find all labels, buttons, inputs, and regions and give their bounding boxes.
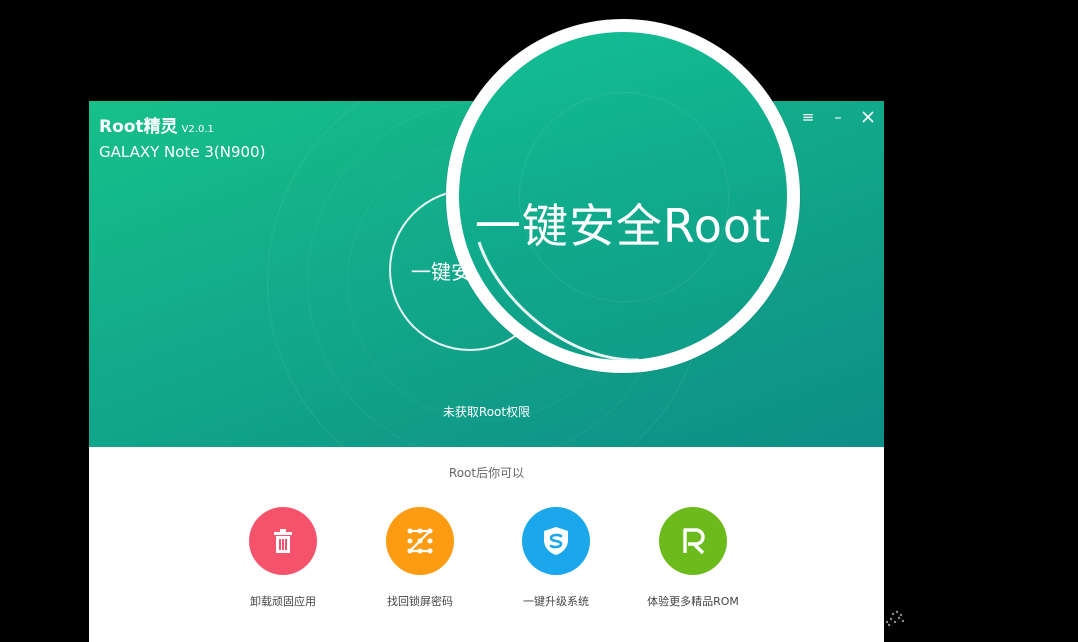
app-name: Root精灵 xyxy=(99,117,178,137)
feature-explore-rom[interactable]: 体验更多精品ROM xyxy=(623,507,763,609)
magnifier-callout: 一键安全Root xyxy=(446,19,800,373)
feature-label: 卸载顽固应用 xyxy=(250,595,316,608)
minimize-button[interactable]: – xyxy=(830,108,846,126)
feature-label: 找回锁屏密码 xyxy=(387,595,453,608)
menu-icon: ≡ xyxy=(801,108,815,126)
pattern-lock-icon xyxy=(407,528,433,554)
shield-icon xyxy=(544,527,568,555)
dots-decoration xyxy=(885,610,905,627)
feature-label: 一键升级系统 xyxy=(523,595,589,608)
app-version: V2.0.1 xyxy=(181,124,214,135)
magnifier-text: 一键安全Root xyxy=(474,199,772,253)
minimize-icon: – xyxy=(834,108,842,126)
feature-uninstall-apps[interactable]: 卸载顽固应用 xyxy=(213,507,353,609)
app-title: Root精灵 V2.0.1 xyxy=(99,112,214,137)
features-title: Root后你可以 xyxy=(448,466,525,480)
menu-button[interactable]: ≡ xyxy=(800,108,816,126)
device-name: GALAXY Note 3(N900) xyxy=(99,143,266,161)
close-icon xyxy=(862,111,874,123)
close-button[interactable] xyxy=(860,109,876,125)
feature-icon-bg xyxy=(659,507,727,575)
rom-r-icon xyxy=(683,528,705,555)
feature-upgrade-system[interactable]: 一键升级系统 xyxy=(486,507,626,609)
feature-label: 体验更多精品ROM xyxy=(647,595,739,608)
feature-icon-bg xyxy=(522,507,590,575)
root-status-text: 未获取Root权限 xyxy=(442,405,531,419)
trash-icon xyxy=(274,529,292,553)
features-panel: Root后你可以 卸载顽固应用 找回锁屏密码 一键升级系统 体验更多精品ROM xyxy=(89,447,884,642)
feature-icon-bg xyxy=(386,507,454,575)
feature-list: 卸载顽固应用 找回锁屏密码 一键升级系统 体验更多精品ROM xyxy=(89,507,884,627)
feature-icon-bg xyxy=(249,507,317,575)
feature-recover-lock-password[interactable]: 找回锁屏密码 xyxy=(350,507,490,609)
window-controls: ≡ – xyxy=(800,108,876,126)
